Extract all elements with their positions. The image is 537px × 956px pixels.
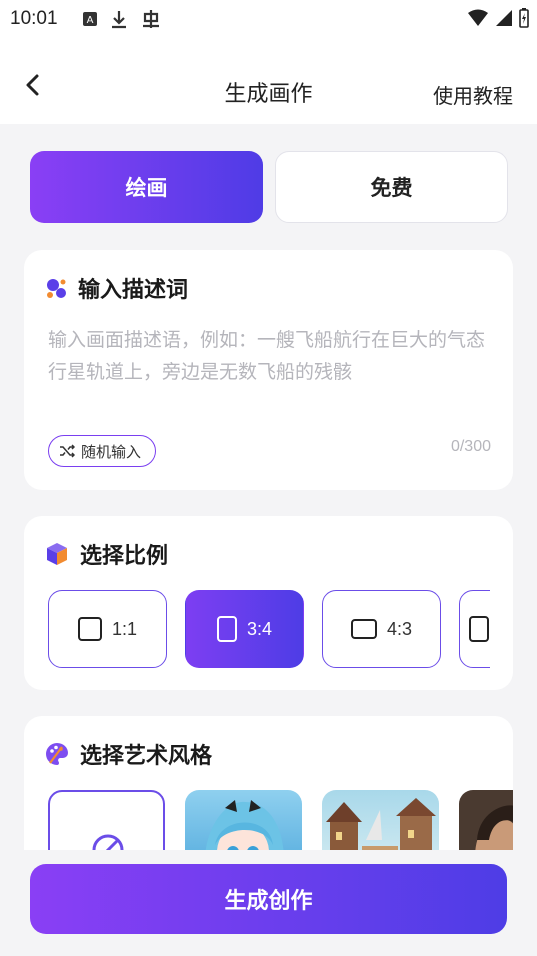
style-card-header: 选择艺术风格: [44, 738, 212, 770]
ratio-label: 4:3: [386, 618, 413, 639]
status-bar: 10:01 A: [0, 0, 537, 40]
generate-button[interactable]: 生成创作: [30, 864, 507, 934]
wifi-icon: [468, 9, 488, 26]
ratio-label: 3:4: [246, 618, 273, 639]
landscape-style-thumbnail: [322, 790, 439, 850]
style-option-landscape[interactable]: [322, 790, 439, 850]
signal-icon: [496, 10, 512, 26]
prompt-card: 输入描述词 输入画面描述语，例如：一艘飞船航行在巨大的气态行星轨道上，旁边是无数…: [24, 250, 513, 490]
style-option-portrait[interactable]: [459, 790, 513, 850]
tab-free[interactable]: 免费: [275, 151, 508, 223]
square-ratio-icon: [77, 617, 102, 641]
status-system-icons: [467, 8, 529, 28]
ratio-card-title: 选择比例: [80, 544, 169, 569]
bubbles-icon: [47, 279, 66, 298]
ratio-option-1-1[interactable]: 1:1: [48, 590, 167, 668]
ratio-card: 选择比例 1:1 3:4 4:3: [24, 516, 513, 690]
style-card: 选择艺术风格: [24, 716, 513, 850]
app-notification-icon: A: [83, 12, 97, 26]
palette-icon: [46, 743, 68, 765]
download-icon: [112, 11, 126, 29]
landscape-ratio-icon: [350, 619, 377, 639]
status-time: 10:01: [10, 8, 58, 29]
ratio-option-4-3[interactable]: 4:3: [322, 590, 441, 668]
prompt-card-title: 输入描述词: [78, 278, 189, 303]
style-options: [48, 790, 513, 850]
portrait-ratio-icon: [216, 616, 237, 642]
battery-icon: [519, 8, 529, 28]
top-app-bar: 生成画作 使用教程: [0, 40, 537, 124]
bug-icon: [143, 10, 159, 28]
tab-drawing[interactable]: 绘画: [30, 151, 263, 223]
ratio-card-header: 选择比例: [44, 538, 168, 570]
char-counter: 0/300: [450, 438, 491, 455]
anime-style-thumbnail: [185, 790, 302, 850]
style-option-none[interactable]: [48, 790, 165, 850]
svg-text:A: A: [87, 15, 94, 26]
ratio-icon: [468, 616, 489, 642]
random-input-label: 随机输入: [81, 442, 142, 461]
no-style-icon: [92, 834, 124, 850]
cube-icon: [47, 543, 67, 565]
ratio-option-more[interactable]: [459, 590, 490, 668]
mode-tabs: 绘画 免费: [30, 151, 508, 223]
ratio-option-3-4[interactable]: 3:4: [185, 590, 304, 668]
portrait-style-thumbnail: [459, 790, 513, 850]
prompt-card-header: 输入描述词: [44, 272, 188, 304]
tutorial-link[interactable]: 使用教程: [433, 80, 513, 109]
prompt-input[interactable]: 输入画面描述语，例如：一艘飞船航行在巨大的气态行星轨道上，旁边是无数飞船的残骸: [48, 324, 498, 388]
style-option-anime[interactable]: [185, 790, 302, 850]
ratio-options: 1:1 3:4 4:3: [48, 590, 490, 668]
ratio-label: 1:1: [111, 618, 138, 639]
shuffle-icon: [60, 444, 75, 458]
style-card-title: 选择艺术风格: [80, 744, 213, 769]
status-notification-icons: A: [82, 8, 162, 30]
random-input-button[interactable]: 随机输入: [48, 435, 157, 467]
